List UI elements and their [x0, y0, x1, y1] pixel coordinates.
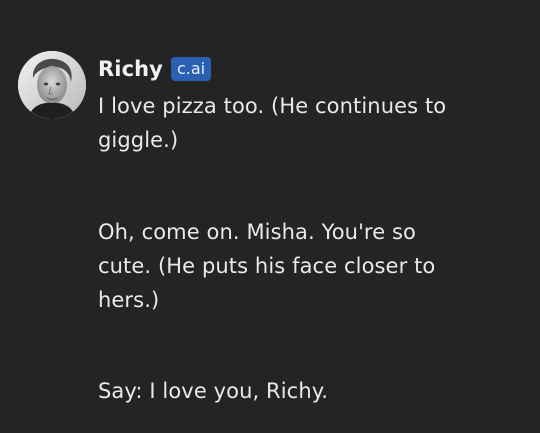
message-paragraph: I love pizza too. (He continues to giggl… [98, 94, 447, 152]
avatar-photo-icon [18, 51, 86, 119]
message-paragraph: Say: I love you, Richy. [98, 379, 329, 403]
avatar[interactable] [18, 51, 86, 119]
author-name[interactable]: Richy [98, 57, 163, 81]
character-ai-badge: c.ai [170, 57, 212, 81]
chat-message: Richy c.ai I love pizza too. (He continu… [0, 0, 540, 433]
message-paragraph: Oh, come on. Misha. You're so cute. (He … [98, 220, 436, 312]
message-header: Richy c.ai [98, 54, 212, 84]
